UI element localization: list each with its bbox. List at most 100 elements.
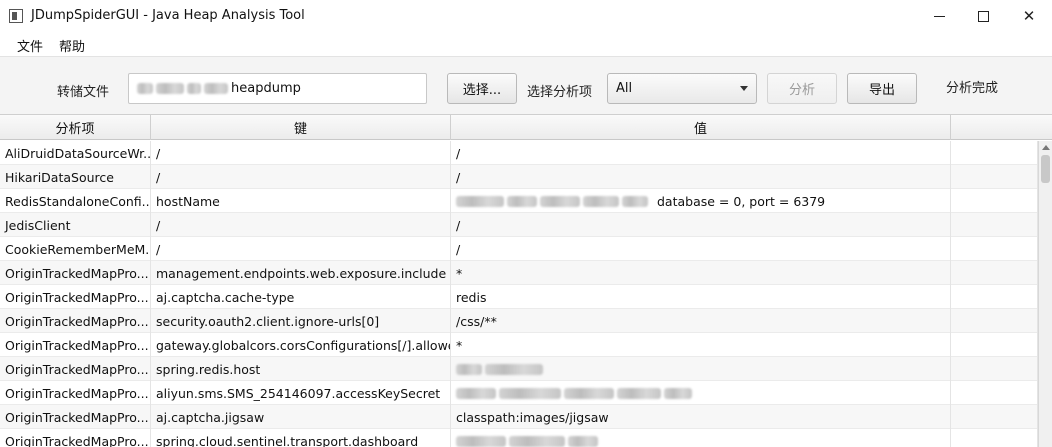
cell-value: redis	[451, 285, 951, 309]
dump-file-input[interactable]: heapdump	[128, 73, 427, 104]
menu-help[interactable]: 帮助	[59, 36, 85, 55]
table-row[interactable]: OriginTrackedMapPro... security.oauth2.cl…	[0, 309, 1038, 333]
scrollbar-thumb[interactable]	[1041, 155, 1050, 183]
redacted-value	[456, 387, 496, 399]
table-row[interactable]: OriginTrackedMapPro... spring.redis.host	[0, 357, 1038, 381]
cell-filler	[951, 165, 1038, 189]
table-row[interactable]: OriginTrackedMapPro... management.endpoin…	[0, 261, 1038, 285]
table-row[interactable]: OriginTrackedMapPro... aj.captcha.jigsaw c…	[0, 405, 1038, 429]
cell-item: OriginTrackedMapPro...	[0, 429, 151, 447]
analysis-item-label: 选择分析项	[527, 85, 593, 100]
redacted-path	[156, 83, 184, 94]
cell-item: CookieRememberMeM...	[0, 237, 151, 261]
cell-item: OriginTrackedMapPro...	[0, 381, 151, 405]
vertical-scrollbar[interactable]	[1038, 141, 1052, 447]
redacted-value	[499, 387, 561, 399]
analyze-button[interactable]: 分析	[767, 73, 837, 104]
cell-filler	[951, 429, 1038, 447]
menu-file[interactable]: 文件	[17, 36, 43, 55]
cell-filler	[951, 285, 1038, 309]
cell-value	[451, 357, 951, 381]
app-icon	[9, 9, 23, 23]
cell-item: AliDruidDataSourceWr...	[0, 141, 151, 165]
redacted-value	[664, 387, 692, 399]
column-header-value[interactable]: 值	[451, 115, 951, 140]
cell-item: OriginTrackedMapPro...	[0, 285, 151, 309]
cell-value: database = 0, port = 6379	[451, 189, 951, 213]
results-table: 分析项 键 值 AliDruidDataSourceWr... / / HikariD…	[0, 114, 1052, 447]
table-header: 分析项 键 值	[0, 115, 1052, 140]
cell-item: OriginTrackedMapPro...	[0, 357, 151, 381]
cell-item: OriginTrackedMapPro...	[0, 333, 151, 357]
close-icon: ✕	[1022, 7, 1036, 25]
cell-value: *	[451, 261, 951, 285]
table-row[interactable]: CookieRememberMeM... / /	[0, 237, 1038, 261]
redacted-value	[583, 195, 619, 207]
cell-key: aj.captcha.jigsaw	[151, 405, 451, 429]
column-header-filler	[951, 115, 1052, 140]
cell-filler	[951, 309, 1038, 333]
cell-filler	[951, 189, 1038, 213]
redacted-value	[507, 195, 537, 207]
redacted-value	[456, 195, 504, 207]
table-body: AliDruidDataSourceWr... / / HikariDataSourc…	[0, 141, 1038, 447]
cell-value	[451, 429, 951, 447]
redacted-value	[564, 387, 614, 399]
table-row[interactable]: AliDruidDataSourceWr... / /	[0, 141, 1038, 165]
table-row[interactable]: OriginTrackedMapPro... aliyun.sms.SMS_254…	[0, 381, 1038, 405]
redacted-value	[456, 363, 482, 375]
cell-filler	[951, 213, 1038, 237]
cell-filler	[951, 381, 1038, 405]
redacted-value	[456, 435, 506, 447]
cell-value	[451, 381, 951, 405]
column-header-item[interactable]: 分析项	[0, 115, 151, 140]
toolbar: 转储文件 heapdump 选择... 选择分析项 All 分析 导出 分析完成	[0, 56, 1052, 114]
minimize-button[interactable]	[916, 0, 962, 32]
cell-filler	[951, 237, 1038, 261]
cell-value: classpath:images/jigsaw	[451, 405, 951, 429]
cell-key: spring.cloud.sentinel.transport.dashboar…	[151, 429, 451, 447]
redacted-value	[568, 435, 598, 447]
cell-filler	[951, 405, 1038, 429]
table-row[interactable]: OriginTrackedMapPro... spring.cloud.senti…	[0, 429, 1038, 447]
export-button[interactable]: 导出	[847, 73, 917, 104]
redacted-value	[622, 195, 648, 207]
maximize-icon	[977, 10, 989, 22]
table-row[interactable]: OriginTrackedMapPro... gateway.globalcors…	[0, 333, 1038, 357]
choose-file-button[interactable]: 选择...	[447, 73, 517, 104]
cell-filler	[951, 261, 1038, 285]
cell-item: OriginTrackedMapPro...	[0, 405, 151, 429]
maximize-button[interactable]	[960, 0, 1006, 32]
table-row[interactable]: JedisClient / /	[0, 213, 1038, 237]
cell-key: spring.redis.host	[151, 357, 451, 381]
redacted-path	[187, 83, 201, 94]
redacted-path	[204, 83, 228, 94]
chevron-down-icon	[740, 86, 748, 91]
cell-key: aliyun.sms.SMS_254146097.accessKeySecret	[151, 381, 451, 405]
redacted-value	[509, 435, 565, 447]
cell-value: /	[451, 141, 951, 165]
cell-item: HikariDataSource	[0, 165, 151, 189]
cell-key: /	[151, 213, 451, 237]
dump-file-name: heapdump	[231, 81, 301, 96]
cell-value: /	[451, 213, 951, 237]
cell-filler	[951, 357, 1038, 381]
cell-value: /	[451, 237, 951, 261]
cell-key: hostName	[151, 189, 451, 213]
cell-key: /	[151, 237, 451, 261]
cell-key: /	[151, 141, 451, 165]
cell-key: security.oauth2.client.ignore-urls[0]	[151, 309, 451, 333]
title-bar: JDumpSpiderGUI - Java Heap Analysis Tool…	[0, 0, 1052, 32]
table-row[interactable]: RedisStandaloneConfi... hostName database …	[0, 189, 1038, 213]
cell-filler	[951, 141, 1038, 165]
column-header-key[interactable]: 键	[151, 115, 451, 140]
table-row[interactable]: OriginTrackedMapPro... aj.captcha.cache-t…	[0, 285, 1038, 309]
table-row[interactable]: HikariDataSource / /	[0, 165, 1038, 189]
minimize-icon	[933, 15, 945, 17]
cell-item: RedisStandaloneConfi...	[0, 189, 151, 213]
cell-item: OriginTrackedMapPro...	[0, 261, 151, 285]
cell-item: JedisClient	[0, 213, 151, 237]
close-button[interactable]: ✕	[1006, 0, 1052, 32]
scroll-up-icon[interactable]	[1042, 145, 1050, 150]
analysis-item-select[interactable]: All	[607, 73, 757, 104]
